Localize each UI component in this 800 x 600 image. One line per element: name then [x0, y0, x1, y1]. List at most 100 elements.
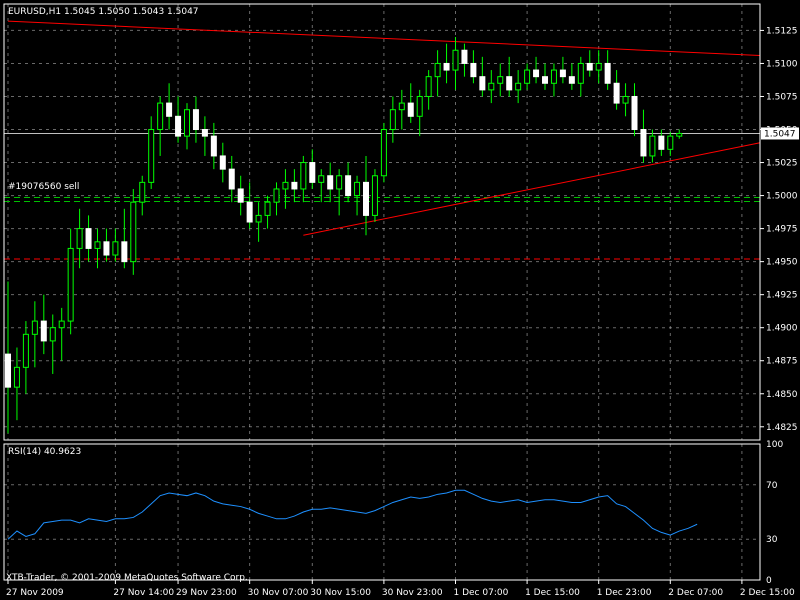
candle: [622, 83, 629, 117]
candle-body: [237, 188, 244, 203]
candle: [327, 162, 334, 203]
rsi-series: [7, 489, 698, 540]
candle-body: [103, 241, 110, 256]
candle: [524, 63, 531, 90]
candle: [389, 96, 396, 143]
candle: [31, 301, 38, 368]
candle: [354, 175, 361, 216]
candle-body: [524, 69, 531, 84]
candle: [452, 37, 459, 90]
candle-body: [595, 62, 602, 71]
y-tick-label: 1.4950: [766, 258, 798, 268]
y-tick-label: 1.5025: [766, 159, 798, 169]
y-tick-label: 1.5075: [766, 92, 798, 102]
candle: [586, 50, 593, 77]
candle: [371, 169, 378, 222]
y-tick-label: 1.4925: [766, 291, 798, 301]
candle: [166, 83, 173, 130]
y-tick-label: 1.4850: [766, 390, 798, 400]
candle-body: [121, 241, 128, 263]
candle-body: [586, 62, 593, 71]
candle-body: [425, 76, 432, 97]
candle: [273, 182, 280, 216]
candle-body: [407, 102, 414, 117]
candle: [121, 208, 128, 269]
candle-body: [345, 175, 352, 197]
candle: [613, 70, 620, 110]
candle: [604, 50, 611, 90]
candle-body: [452, 49, 459, 71]
candle-body: [604, 62, 611, 84]
candle: [192, 96, 199, 143]
candle: [488, 70, 495, 104]
y-tick-label: 1.4875: [766, 357, 798, 367]
candle: [139, 175, 146, 216]
candle-body: [139, 181, 146, 203]
candle-body: [649, 135, 656, 157]
candle: [595, 50, 602, 84]
candle-body: [542, 76, 548, 84]
candle-body: [5, 353, 11, 388]
x-tick-label: 2 Dec 07:00: [668, 588, 723, 598]
candle-body: [327, 175, 334, 190]
candle-body: [49, 327, 56, 342]
candle: [515, 70, 522, 104]
chart-window: 1.51251.51001.50751.50501.50251.50001.49…: [0, 0, 800, 600]
candle-body: [488, 82, 495, 91]
candle: [201, 116, 208, 156]
candle-body: [219, 155, 226, 170]
candle-body: [631, 95, 638, 131]
candle: [667, 132, 674, 156]
candle: [94, 228, 101, 269]
candle-body: [443, 62, 450, 71]
candle-body: [76, 228, 83, 249]
y-tick-label: 1.5125: [766, 26, 798, 36]
x-tick-label: 2 Dec 15:00: [740, 588, 795, 598]
x-tick-label: 29 Nov 23:00: [176, 588, 237, 598]
candle: [398, 89, 405, 130]
candle-body: [389, 109, 396, 131]
candle-body: [85, 228, 92, 249]
x-tick-label: 30 Nov 23:00: [382, 588, 443, 598]
candle: [85, 215, 92, 262]
y-tick-label: 1.4900: [766, 324, 798, 334]
candle: [676, 129, 683, 139]
x-tick-label: 1 Dec 07:00: [454, 588, 509, 598]
rsi-tick-label: 30: [766, 535, 778, 545]
candle: [58, 307, 65, 361]
candle-body: [336, 175, 343, 190]
footer-text: XTB-Trader, © 2001-2009 MetaQuotes Softw…: [6, 573, 248, 583]
candle: [479, 56, 486, 97]
candle-body: [264, 201, 271, 216]
candle-body: [201, 129, 208, 137]
y-tick-label: 1.4825: [766, 423, 798, 433]
candle: [130, 188, 137, 275]
candle: [22, 321, 29, 394]
candle-body: [157, 102, 164, 131]
candle: [542, 63, 548, 90]
candle-body: [559, 69, 566, 78]
candle-body: [676, 132, 683, 137]
candle: [550, 63, 557, 97]
x-tick-label: 1 Dec 15:00: [525, 588, 580, 598]
candle-body: [416, 95, 423, 117]
candle-body: [318, 175, 325, 183]
candle-body: [192, 109, 199, 131]
candle: [112, 228, 119, 262]
candle-body: [640, 129, 647, 157]
candle: [461, 43, 468, 77]
candle-body: [130, 201, 137, 263]
y-tick-label: 1.5000: [766, 192, 798, 202]
candle: [5, 281, 11, 434]
candle-body: [94, 241, 101, 249]
x-tick-label: 27 Nov 2009: [6, 588, 64, 598]
rsi-pane-frame: [3, 443, 761, 581]
candle-body: [354, 181, 361, 197]
candle-body: [13, 366, 20, 388]
candle-body: [273, 188, 280, 203]
candle-body: [309, 162, 316, 183]
candle: [345, 162, 352, 203]
candle-body: [246, 201, 253, 223]
candle: [13, 347, 20, 421]
rsi-tick-label: 100: [766, 440, 783, 450]
